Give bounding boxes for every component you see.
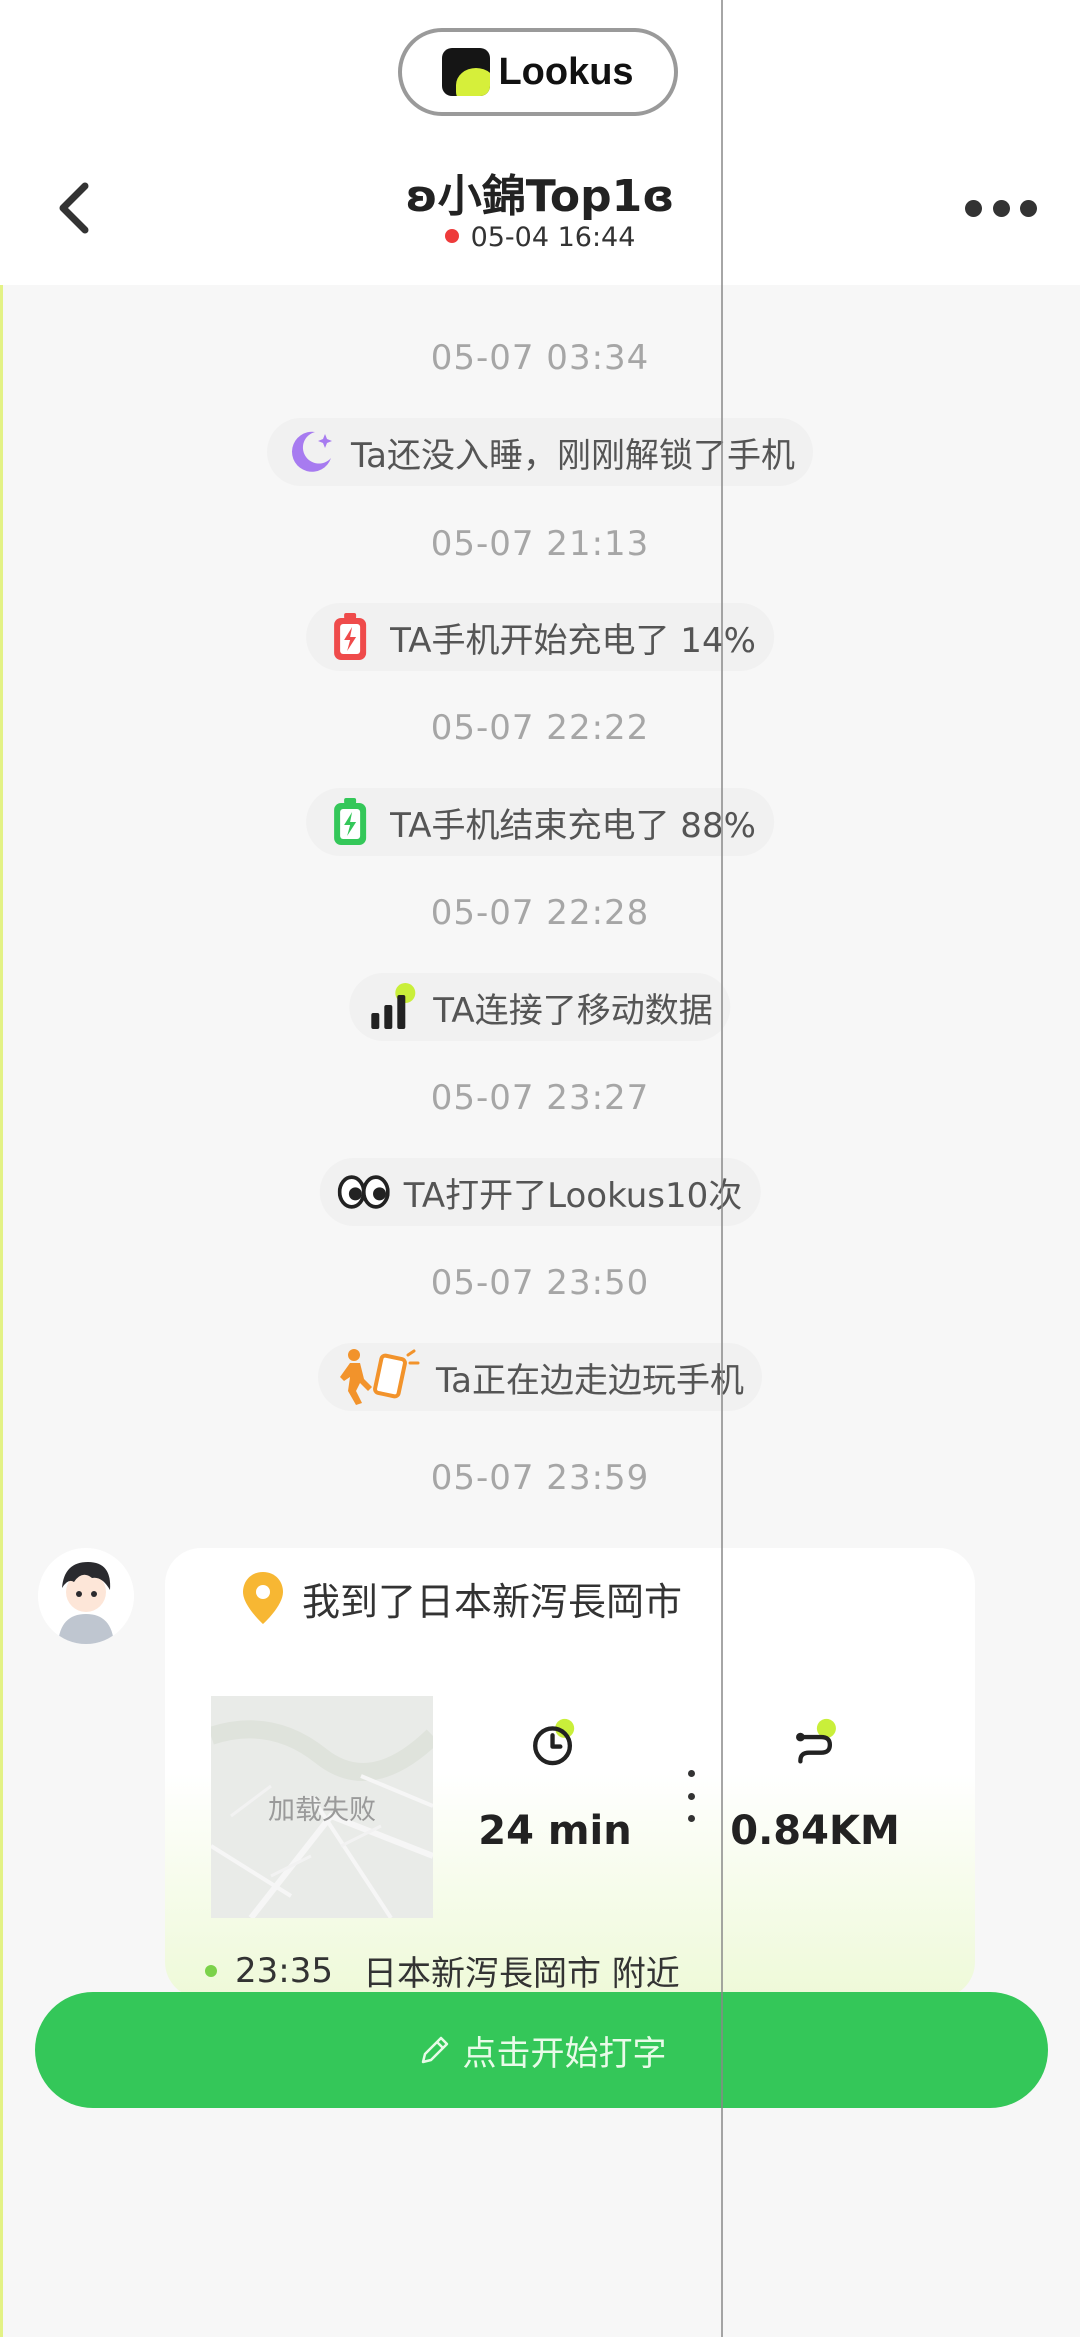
map-load-failed-text: 加载失败 (268, 1795, 376, 1826)
event-item: Ta还没入睡，刚刚解锁了手机 (267, 418, 813, 486)
pencil-icon (421, 2036, 448, 2064)
trace-time: 23:35 (235, 1950, 333, 1991)
signal-bars-icon (367, 981, 419, 1033)
event-item: TA手机开始充电了 14% (306, 603, 774, 671)
chat-header: Lookus ʚ小錦Top1ɞ 05-04 16:44 (0, 0, 1080, 285)
more-options-button[interactable] (965, 195, 1037, 221)
avatar[interactable] (38, 1548, 134, 1644)
lookus-logo-icon (442, 48, 491, 96)
moon-icon (285, 426, 337, 478)
event-text: TA打开了Lookus10次 (403, 1175, 743, 1216)
timestamp: 05-07 23:27 (430, 1078, 650, 1118)
location-header: 我到了日本新泻長岡市 (240, 1570, 682, 1626)
location-title: 我到了日本新泻長岡市 (302, 1579, 683, 1624)
location-pin-icon (243, 1572, 283, 1624)
timestamp: 05-07 23:50 (430, 1263, 650, 1303)
status-dot-icon (444, 228, 459, 243)
app-logo-pill[interactable]: Lookus (398, 28, 678, 116)
vertical-guide-line (721, 0, 723, 2337)
trace-item: 23:35 日本新泻長岡市 附近 (205, 1946, 680, 1995)
event-item: TA连接了移动数据 (349, 973, 731, 1041)
timestamp: 05-07 03:34 (430, 338, 650, 378)
timestamp: 05-07 21:13 (430, 524, 650, 564)
event-text: TA连接了移动数据 (433, 990, 713, 1031)
more-dot-icon (1020, 199, 1037, 217)
event-item: Ta正在边走边玩手机 (318, 1343, 762, 1411)
eyes-icon (337, 1166, 390, 1218)
distance-value: 0.84KM (730, 1808, 900, 1854)
route-icon (796, 1718, 836, 1764)
battery-charging-green-icon (324, 796, 376, 848)
walking-phone-icon (336, 1349, 422, 1405)
event-item: TA打开了Lookus10次 (319, 1158, 761, 1226)
event-item: TA手机结束充电了 88% (306, 788, 774, 856)
trace-place: 日本新泻長岡市 附近 (362, 1954, 680, 1994)
trace-dot-icon (205, 1964, 217, 1977)
event-text: Ta还没入睡，刚刚解锁了手机 (351, 435, 795, 476)
more-dot-icon (992, 199, 1010, 217)
more-dot-icon (965, 199, 982, 217)
timer-icon (533, 1718, 575, 1766)
timestamp: 05-07 22:22 (430, 708, 650, 748)
input-placeholder: 点击开始打字 (462, 2033, 667, 2074)
start-typing-button[interactable]: 点击开始打字 (35, 1992, 1048, 2108)
status-time: 05-04 16:44 (470, 222, 636, 253)
divider-dots (687, 1770, 695, 1822)
timestamp: 05-07 22:28 (430, 893, 650, 933)
timestamp: 05-07 23:59 (430, 1458, 650, 1498)
event-text: TA手机结束充电了 88% (390, 805, 756, 846)
last-online-status: 05-04 16:44 (0, 222, 1080, 253)
battery-charging-red-icon (324, 611, 376, 663)
duration-value: 24 min (478, 1808, 632, 1854)
map-thumbnail[interactable]: 加载失败 (211, 1696, 433, 1918)
logo-text: Lookus (498, 50, 634, 93)
location-card[interactable]: 我到了日本新泻長岡市 加载失败 24 min 0.84KM 23:35 日本新泻… (165, 1548, 975, 1998)
event-text: Ta正在边走边玩手机 (436, 1360, 744, 1401)
event-text: TA手机开始充电了 14% (390, 620, 756, 661)
page-title: ʚ小錦Top1ɞ (405, 171, 675, 222)
